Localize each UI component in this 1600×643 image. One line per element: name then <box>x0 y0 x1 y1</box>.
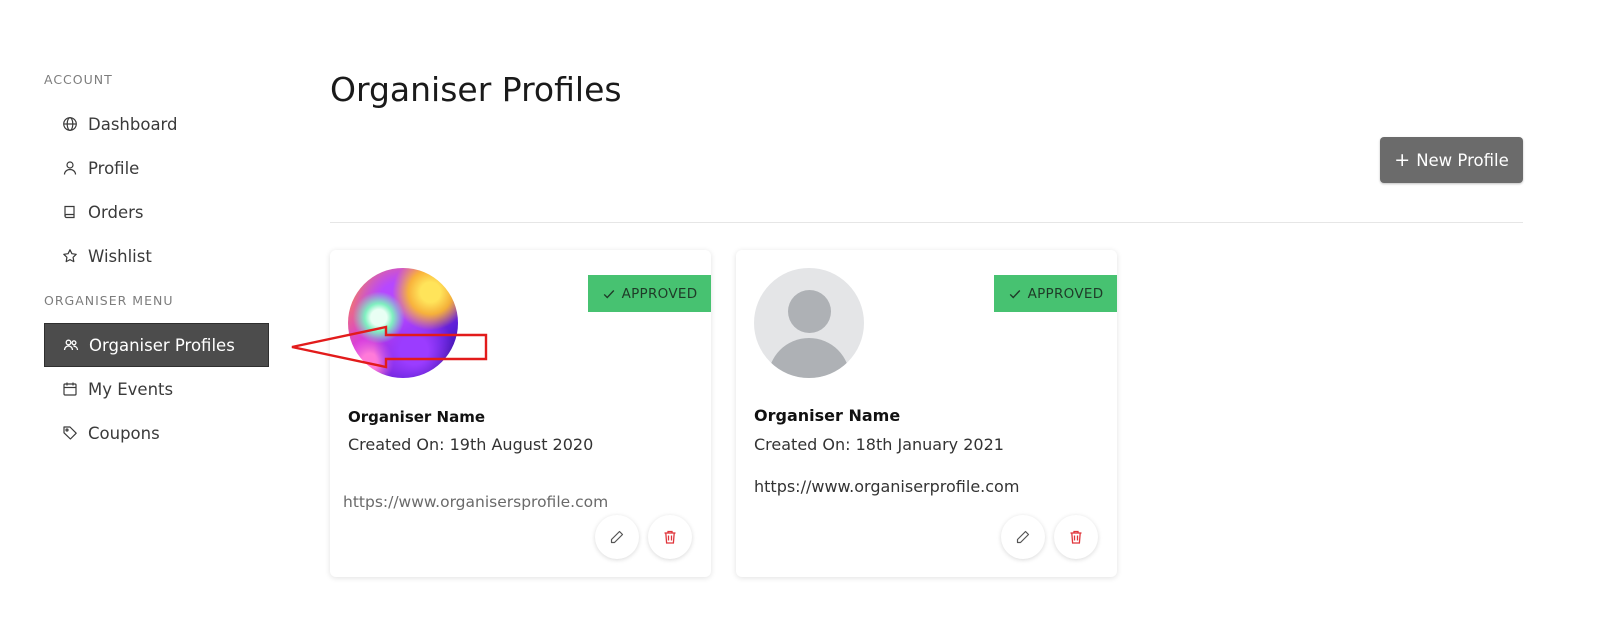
divider <box>330 222 1523 223</box>
sidebar-item-label: Coupons <box>88 423 160 443</box>
sidebar-item-wishlist[interactable]: Wishlist <box>44 234 269 278</box>
sidebar-item-label: Dashboard <box>88 114 178 134</box>
new-profile-button-label: New Profile <box>1416 150 1509 170</box>
users-icon <box>63 337 79 353</box>
sidebar-item-my-events[interactable]: My Events <box>44 367 269 411</box>
new-profile-button[interactable]: + New Profile <box>1380 137 1523 183</box>
created-on: Created On: 18th January 2021 <box>754 435 1004 454</box>
delete-button[interactable] <box>648 515 692 559</box>
plus-icon: + <box>1394 149 1411 171</box>
check-icon <box>603 289 614 299</box>
globe-icon <box>62 116 78 132</box>
status-badge: APPROVED <box>994 275 1117 312</box>
pencil-icon <box>610 530 624 544</box>
trash-icon <box>1070 530 1082 544</box>
edit-button[interactable] <box>595 515 639 559</box>
sidebar-item-label: Orders <box>88 202 144 222</box>
check-icon <box>1009 289 1020 299</box>
avatar-placeholder <box>754 268 864 378</box>
sidebar-item-organiser-profiles[interactable]: Organiser Profiles <box>44 323 269 367</box>
calendar-icon <box>62 381 78 397</box>
sidebar-item-label: Organiser Profiles <box>89 335 235 355</box>
annotation-arrow <box>291 325 488 369</box>
pencil-icon <box>1016 530 1030 544</box>
sidebar-item-dashboard[interactable]: Dashboard <box>44 102 269 146</box>
book-icon <box>62 204 78 220</box>
status-badge: APPROVED <box>588 275 711 312</box>
trash-icon <box>664 530 676 544</box>
organiser-menu-title: ORGANISER MENU <box>44 293 174 308</box>
avatar-body <box>768 338 850 378</box>
profile-url[interactable]: https://www.organisersprofile.com <box>343 493 608 511</box>
organiser-name: Organiser Name <box>754 406 901 425</box>
organiser-profile-card: APPROVED Organiser Name Created On: 18th… <box>736 250 1117 577</box>
status-badge-label: APPROVED <box>621 285 698 302</box>
sidebar-item-profile[interactable]: Profile <box>44 146 269 190</box>
status-badge-label: APPROVED <box>1027 285 1104 302</box>
organiser-name: Organiser Name <box>348 408 486 426</box>
page-title: Organiser Profiles <box>330 70 622 109</box>
user-icon <box>62 160 78 176</box>
profile-url[interactable]: https://www.organiserprofile.com <box>754 477 1019 496</box>
delete-button[interactable] <box>1054 515 1098 559</box>
sidebar-item-orders[interactable]: Orders <box>44 190 269 234</box>
sidebar-item-label: Wishlist <box>88 246 152 266</box>
edit-button[interactable] <box>1001 515 1045 559</box>
account-section-title: ACCOUNT <box>44 72 113 87</box>
organiser-profile-card: APPROVED Organiser Name Created On: 19th… <box>330 250 711 577</box>
avatar-head <box>788 290 831 333</box>
sidebar-item-coupons[interactable]: Coupons <box>44 411 269 455</box>
tag-icon <box>62 425 78 441</box>
sidebar-item-label: My Events <box>88 379 174 399</box>
sidebar-item-label: Profile <box>88 158 140 178</box>
created-on: Created On: 19th August 2020 <box>348 435 594 454</box>
star-icon <box>62 248 78 264</box>
